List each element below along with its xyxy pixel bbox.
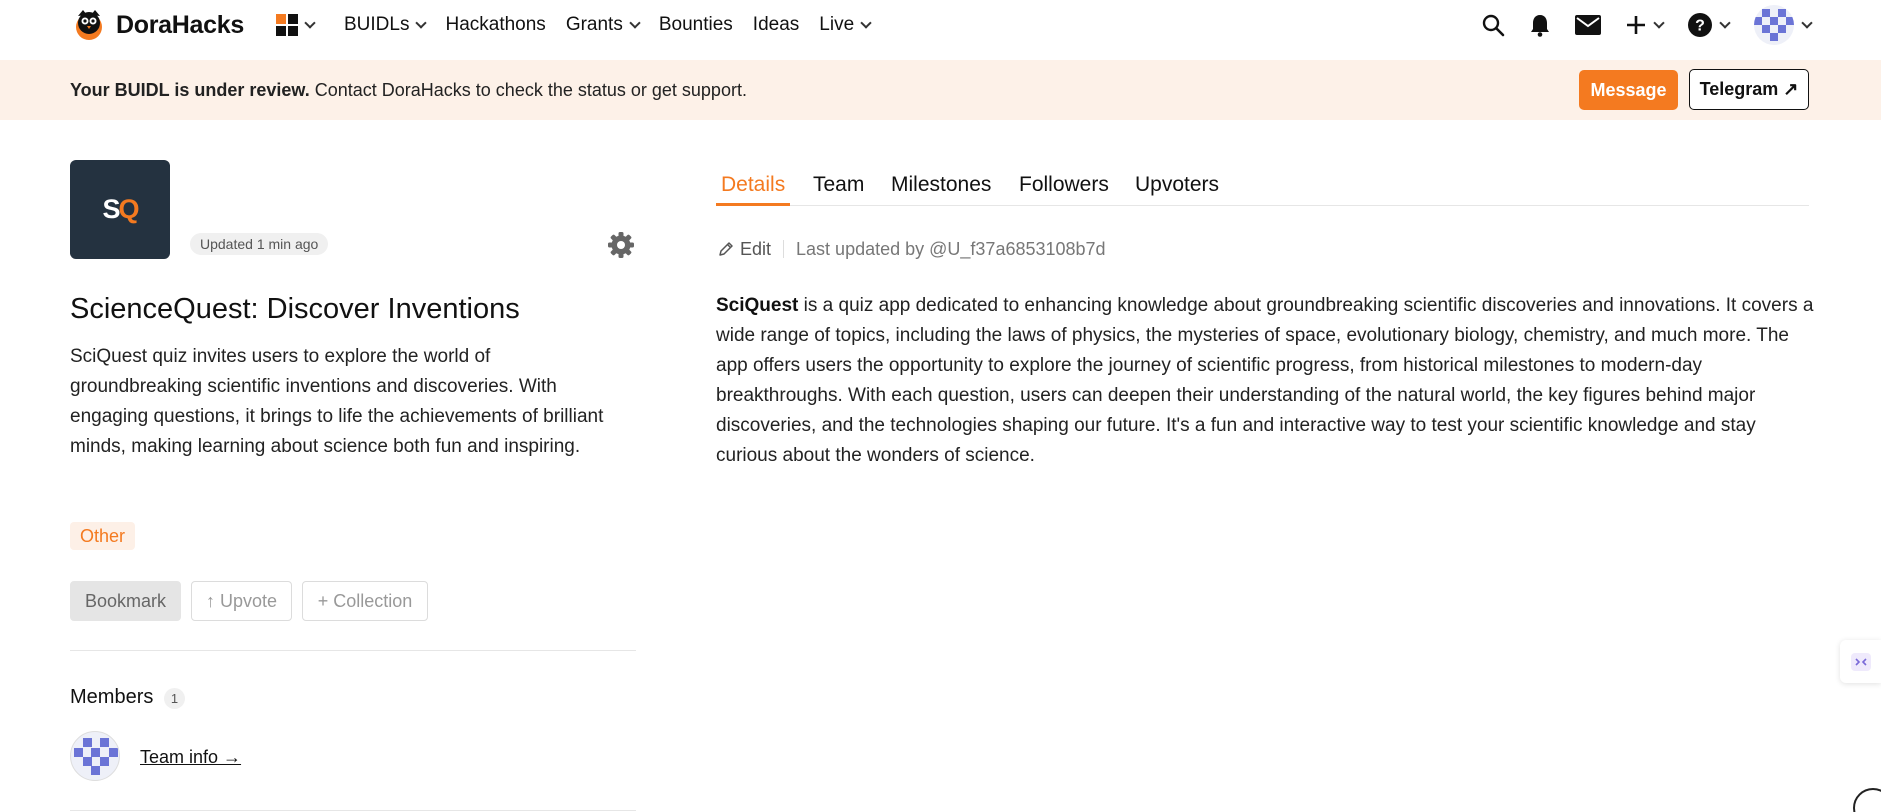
last-updated-text: Last updated by @U_f37a6853108b7d [796,238,1106,259]
nav-actions: ? [1457,0,1813,50]
avatar [1754,5,1794,45]
members-count-badge: 1 [164,688,185,709]
review-banner: Your BUIDL is under review. Contact Dora… [0,60,1881,120]
svg-text:?: ? [1695,18,1705,35]
details-app-name: SciQuest [716,295,799,316]
edit-label: Edit [740,238,772,259]
message-button[interactable]: Message [1579,70,1678,110]
divider [70,650,636,651]
chevron-down-icon [629,16,641,29]
nav-live-label: Live [819,14,855,35]
divider [70,810,636,811]
project-description: SciQuest quiz invites users to explore t… [70,346,604,457]
chevron-down-icon [1719,16,1731,29]
nav-buidls[interactable]: BUIDLs [344,14,428,36]
chevron-down-icon [860,16,872,29]
nav-live[interactable]: Live [819,14,872,36]
corner-widget[interactable] [1853,788,1881,812]
team-info-link[interactable]: Team info → [140,747,241,768]
mail-icon[interactable] [1575,15,1601,35]
help-icon: ? [1688,13,1712,37]
tab-upvoters[interactable]: Upvoters [1130,173,1224,206]
chevron-down-icon [304,16,316,29]
updated-badge: Updated 1 min ago [190,233,329,255]
nav-bounties[interactable]: Bounties [659,14,733,36]
nav-hackathons[interactable]: Hackathons [445,14,545,36]
banner-text: Contact DoraHacks to check the status or… [309,80,747,100]
nav-hackathons-label: Hackathons [445,14,546,35]
banner-message: Your BUIDL is under review. Contact Dora… [70,80,747,101]
nav-buidls-label: BUIDLs [344,14,410,35]
create-menu[interactable] [1625,14,1665,36]
bell-icon[interactable] [1529,13,1551,37]
bookmark-button[interactable]: Bookmark [70,581,181,621]
separator [783,240,785,258]
brand-name: DoraHacks [116,10,244,39]
category-tag[interactable]: Other [70,522,136,550]
chevron-down-icon [1653,16,1665,29]
user-menu[interactable] [1753,4,1813,46]
edit-row: Edit Last updated by @U_f37a6853108b7d [718,237,1106,261]
tab-followers[interactable]: Followers [1014,173,1114,206]
tab-milestones[interactable]: Milestones [886,173,996,206]
tab-details[interactable]: Details [716,173,791,206]
pencil-icon [719,242,733,256]
nav-grants-label: Grants [565,14,623,35]
nav-bounties-label: Bounties [658,14,733,35]
edit-button[interactable]: Edit [718,239,771,260]
search-icon[interactable] [1481,13,1505,37]
add-collection-button[interactable]: + Collection [302,581,428,621]
apps-grid-icon [276,14,298,36]
help-menu[interactable]: ? [1687,12,1731,38]
dorahacks-logo[interactable]: DoraHacks [70,6,244,44]
nav-ideas-label: Ideas [752,14,800,35]
project-logo-s: S [102,194,120,224]
upvote-button[interactable]: ↑ Upvote [191,581,292,621]
telegram-button[interactable]: Telegram ↗ [1689,69,1809,110]
details-body: SciQuest is a quiz app dedicated to enha… [716,291,1816,471]
chevron-down-icon [1801,16,1813,29]
banner-bold-text: Your BUIDL is under review. [70,80,310,100]
nav-grants[interactable]: Grants [565,14,641,36]
top-navbar: DoraHacks BUIDLs Hackathons Grants Bount… [0,0,1881,50]
dorahacks-logo-icon [70,6,108,44]
details-text: is a quiz app dedicated to enhancing kno… [716,295,1814,466]
project-logo-q: Q [118,194,140,224]
gear-icon[interactable] [607,231,635,259]
chevron-down-icon [415,16,428,29]
main-nav: BUIDLs Hackathons Grants Bounties Ideas … [276,0,890,50]
tab-team[interactable]: Team [808,173,869,206]
project-logo: SQ [70,160,170,259]
nav-ideas[interactable]: Ideas [753,14,799,36]
plus-icon [1627,16,1645,34]
members-heading: Members [70,686,154,708]
project-tabs: Details Team Milestones Followers Upvote… [716,170,1809,206]
side-chat-widget[interactable] [1840,640,1881,683]
member-avatar[interactable] [70,731,120,781]
project-title: ScienceQuest: Discover Inventions [70,293,520,325]
chat-widget-icon [1850,652,1871,671]
apps-menu[interactable] [276,14,316,36]
